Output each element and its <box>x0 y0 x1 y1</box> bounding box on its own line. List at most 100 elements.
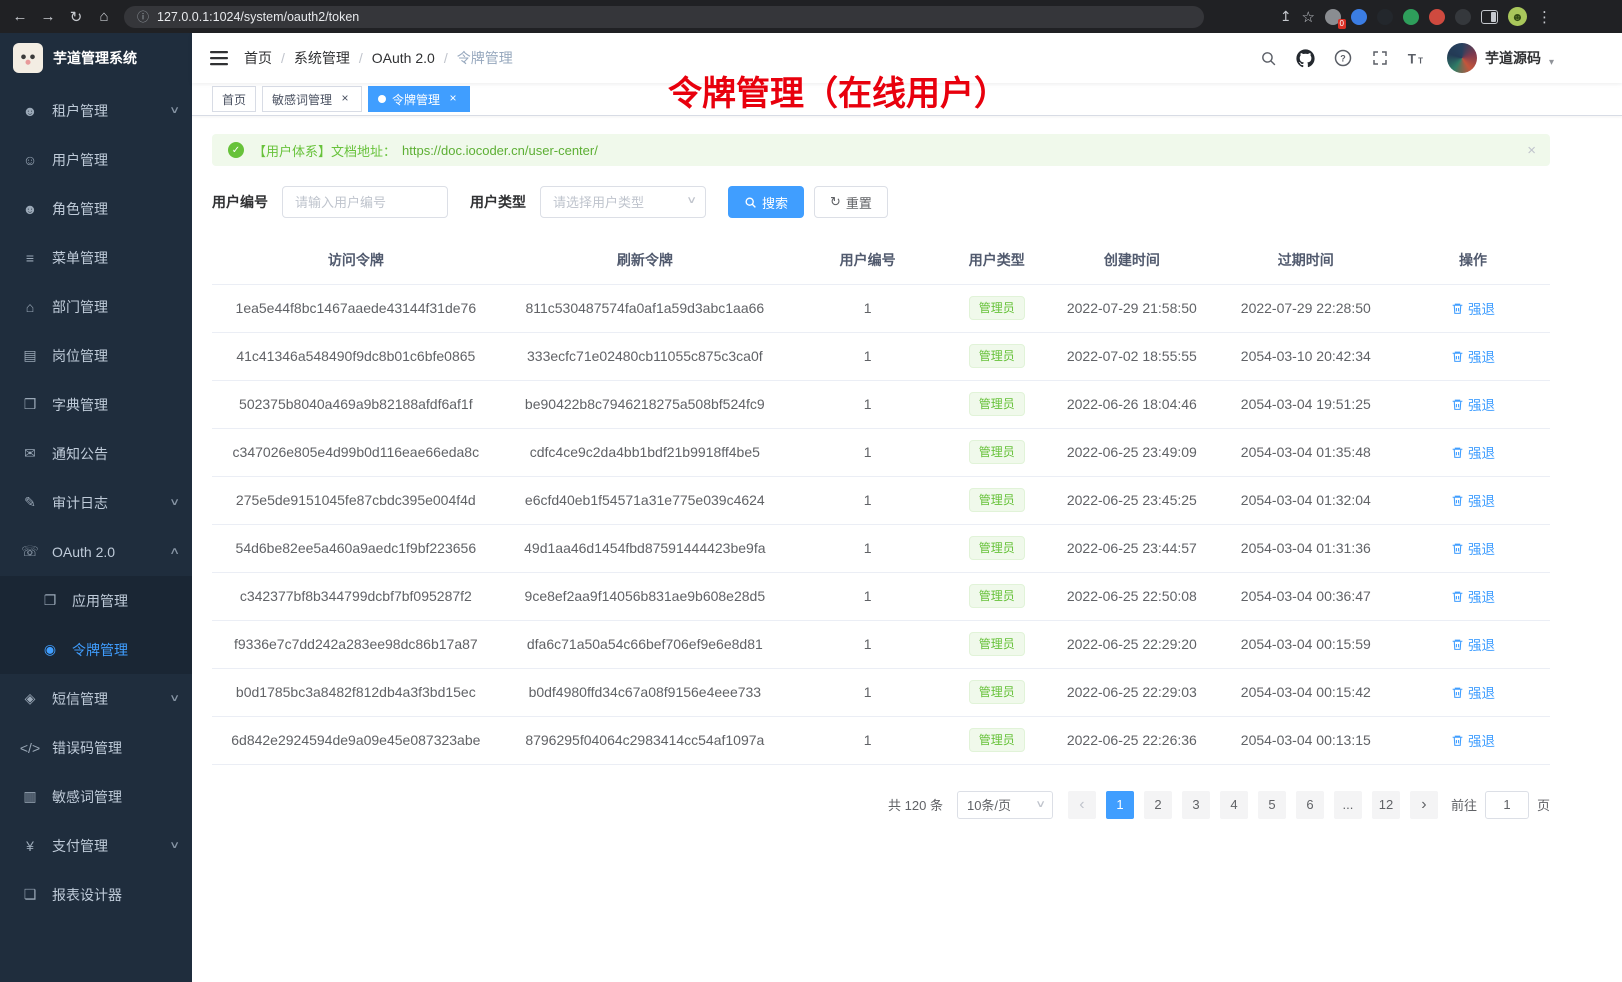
tab[interactable]: 首页 <box>212 86 256 112</box>
column-header: 用户编号 <box>790 236 945 284</box>
cell-actions: 强退 <box>1396 524 1550 572</box>
reset-button[interactable]: 重置 <box>814 186 888 218</box>
browser-reload-button[interactable] <box>62 4 90 30</box>
extension-blue-icon[interactable] <box>1351 9 1367 25</box>
split-view-icon[interactable] <box>1481 10 1498 24</box>
user-type-label: 用户类型 <box>470 192 526 212</box>
cell-user-id: 1 <box>790 284 945 332</box>
user-id-input[interactable] <box>282 186 448 218</box>
force-logout-button[interactable]: 强退 <box>1451 298 1495 318</box>
prev-page-button[interactable] <box>1068 791 1096 819</box>
share-icon[interactable] <box>1280 8 1292 25</box>
site-info-icon[interactable] <box>137 8 149 25</box>
user-type-select[interactable] <box>540 186 706 218</box>
browser-menu-icon[interactable] <box>1537 8 1552 26</box>
app-logo[interactable]: 芋道管理系统 <box>0 33 192 83</box>
force-logout-button[interactable]: 强退 <box>1451 442 1495 462</box>
sidebar-item-dict[interactable]: ❒ 字典管理 <box>0 380 192 429</box>
next-page-button[interactable] <box>1410 791 1438 819</box>
force-logout-button[interactable]: 强退 <box>1451 346 1495 366</box>
trash-icon <box>1451 638 1464 651</box>
sidebar-item-error-code[interactable]: </> 错误码管理 <box>0 723 192 772</box>
sidebar-item-post[interactable]: ▤ 岗位管理 <box>0 331 192 380</box>
force-logout-button[interactable]: 强退 <box>1451 586 1495 606</box>
sidebar: 芋道管理系统 ☻ 租户管理 ∨ ☺ 用户管理 ☻ 角色管理 <box>0 33 192 982</box>
font-size-icon[interactable]: TT <box>1402 43 1432 73</box>
user-menu[interactable]: 芋道源码 <box>1447 43 1554 73</box>
sidebar-item-sms[interactable]: ◈ 短信管理 ∨ <box>0 674 192 723</box>
cell-created-time: 2022-06-25 22:29:03 <box>1048 668 1215 716</box>
github-icon[interactable] <box>1291 43 1321 73</box>
cell-expire-time: 2022-07-29 22:28:50 <box>1215 284 1396 332</box>
browser-back-button[interactable] <box>6 4 34 30</box>
close-icon[interactable] <box>338 92 352 106</box>
sidebar-item-oauth2[interactable]: ☏ OAuth 2.0 ∧ <box>0 527 192 576</box>
force-logout-button[interactable]: 强退 <box>1451 730 1495 750</box>
url-text: 127.0.0.1:1024/system/oauth2/token <box>157 10 359 24</box>
browser-address-bar[interactable]: 127.0.0.1:1024/system/oauth2/token <box>124 6 1204 28</box>
svg-text:T: T <box>1419 56 1424 65</box>
breadcrumb-item[interactable]: 令牌管理 <box>435 48 513 68</box>
sidebar-item-role[interactable]: ☻ 角色管理 <box>0 184 192 233</box>
extension-green-icon[interactable] <box>1403 9 1419 25</box>
page-button[interactable]: 6 <box>1296 791 1324 819</box>
sidebar-item-sensitive-word[interactable]: ▥ 敏感词管理 <box>0 772 192 821</box>
page-button[interactable]: 2 <box>1144 791 1172 819</box>
cell-actions: 强退 <box>1396 476 1550 524</box>
extension-gray-icon[interactable]: 0 <box>1325 9 1341 25</box>
tab[interactable]: 敏感词管理 <box>262 86 362 112</box>
doc-link[interactable]: https://doc.iocoder.cn/user-center/ <box>402 143 598 158</box>
sidebar-item-notice[interactable]: ✉ 通知公告 <box>0 429 192 478</box>
sidebar-item-oauth2-app[interactable]: ❐ 应用管理 <box>0 576 192 625</box>
force-logout-button[interactable]: 强退 <box>1451 394 1495 414</box>
sidebar-item-report-designer[interactable]: ❏ 报表设计器 <box>0 870 192 919</box>
extension-red-icon[interactable] <box>1429 9 1445 25</box>
fullscreen-icon[interactable] <box>1365 43 1395 73</box>
help-icon[interactable]: ? <box>1328 43 1358 73</box>
close-icon[interactable] <box>446 92 460 106</box>
search-icon[interactable] <box>1254 43 1284 73</box>
cell-user-type: 管理员 <box>945 716 1048 764</box>
page-button[interactable]: 5 <box>1258 791 1286 819</box>
page-button[interactable]: ... <box>1334 791 1362 819</box>
page-size-select[interactable]: 10条/页 <box>957 791 1053 819</box>
sidebar-item-pay[interactable]: ¥ 支付管理 ∨ <box>0 821 192 870</box>
cell-user-type: 管理员 <box>945 428 1048 476</box>
sidebar-item-label: OAuth 2.0 <box>52 544 115 560</box>
force-logout-button[interactable]: 强退 <box>1451 634 1495 654</box>
page-button[interactable]: 4 <box>1220 791 1248 819</box>
breadcrumb-item[interactable]: 系统管理 <box>272 48 350 68</box>
sidebar-collapse-icon[interactable] <box>204 46 238 71</box>
sidebar-item-menu[interactable]: ≡ 菜单管理 <box>0 233 192 282</box>
extension-black-icon[interactable] <box>1455 9 1471 25</box>
sidebar-item-oauth2-token[interactable]: ◉ 令牌管理 <box>0 625 192 674</box>
sidebar-item-dept[interactable]: ⌂ 部门管理 <box>0 282 192 331</box>
alert-close-icon[interactable] <box>1527 142 1536 159</box>
table-row: c342377bf8b344799dcbf7bf095287f2 9ce8ef2… <box>212 572 1550 620</box>
cell-expire-time: 2054-03-04 00:15:59 <box>1215 620 1396 668</box>
search-button[interactable]: 搜索 <box>728 186 804 218</box>
total-count: 共 120 条 <box>888 795 943 814</box>
breadcrumb-item[interactable]: 首页 <box>244 48 272 68</box>
browser-home-button[interactable] <box>90 4 118 30</box>
tab[interactable]: 令牌管理 <box>368 86 470 112</box>
force-logout-button[interactable]: 强退 <box>1451 490 1495 510</box>
browser-profile-avatar[interactable] <box>1508 7 1527 26</box>
page-button[interactable]: 3 <box>1182 791 1210 819</box>
force-logout-button[interactable]: 强退 <box>1451 682 1495 702</box>
sidebar-item-user[interactable]: ☺ 用户管理 <box>0 135 192 184</box>
page-button[interactable]: 1 <box>1106 791 1134 819</box>
sidebar-item-label: 岗位管理 <box>52 346 108 366</box>
breadcrumb-item[interactable]: OAuth 2.0 <box>350 50 435 66</box>
cell-actions: 强退 <box>1396 428 1550 476</box>
page-button[interactable]: 12 <box>1372 791 1400 819</box>
bookmark-star-icon[interactable] <box>1302 8 1315 26</box>
sidebar-item-label: 短信管理 <box>52 689 108 709</box>
sidebar-item-audit-log[interactable]: ✎ 审计日志 ∨ <box>0 478 192 527</box>
sidebar-item-tenant[interactable]: ☻ 租户管理 ∨ <box>0 86 192 135</box>
extension-dark-icon[interactable] <box>1377 9 1393 25</box>
force-logout-button[interactable]: 强退 <box>1451 538 1495 558</box>
goto-page-input[interactable] <box>1485 791 1529 819</box>
cell-created-time: 2022-06-25 23:44:57 <box>1048 524 1215 572</box>
browser-forward-button[interactable] <box>34 4 62 30</box>
